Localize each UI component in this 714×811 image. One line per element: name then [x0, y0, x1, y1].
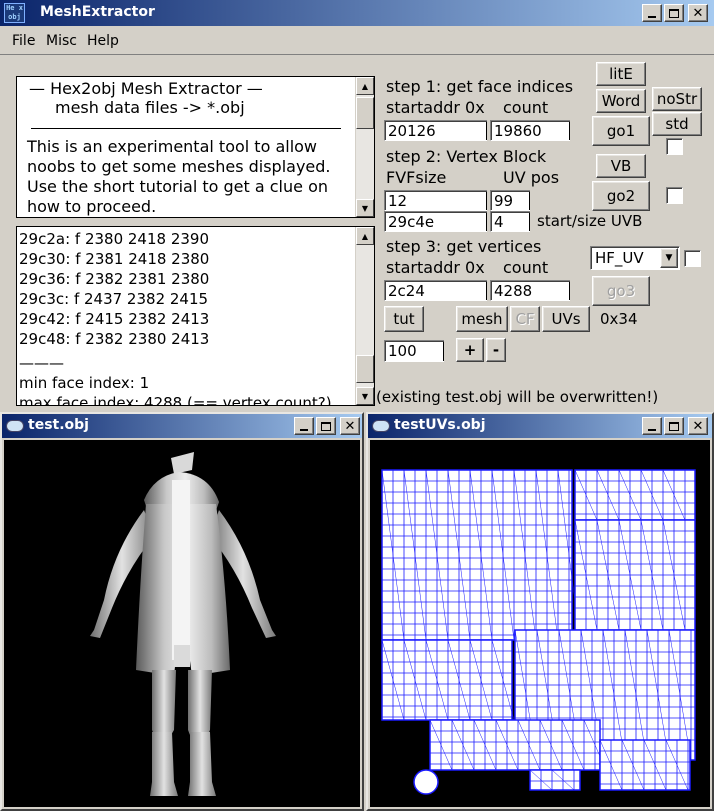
mesh-preview-title-bar[interactable]: test.obj ✕ [2, 414, 362, 438]
uvb-size-input[interactable]: 4 [490, 211, 530, 232]
app-icon: He x obj [4, 3, 25, 23]
step3-addr-input[interactable]: 2c24 [384, 280, 487, 301]
step1-addr-input[interactable]: 20126 [384, 120, 487, 141]
minus-button[interactable]: - [486, 338, 506, 362]
go3-button[interactable]: go3 [592, 276, 650, 306]
step2-fvf-label: FVFsize [386, 168, 447, 187]
minimize-button[interactable] [294, 417, 314, 435]
tut-button[interactable]: tut [384, 306, 424, 332]
menu-misc[interactable]: Misc [46, 33, 77, 49]
log-lines: 29c2a: f 2380 2418 2390 29c30: f 2381 24… [19, 229, 332, 406]
overwrite-warning: (existing test.obj will be overwritten!) [376, 388, 659, 406]
log-line: 29c42: f 2415 2382 2413 [19, 310, 210, 328]
window-icon [372, 420, 390, 432]
uv-preview-window[interactable]: testUVs.obj ✕ [366, 412, 714, 811]
step2-title: step 2: Vertex Block [386, 147, 547, 166]
step1-count-label: count [503, 98, 549, 117]
uv-preview-title-bar[interactable]: testUVs.obj ✕ [368, 414, 712, 438]
vb-button[interactable]: VB [596, 154, 646, 178]
std-button[interactable]: std [652, 112, 702, 136]
std-checkbox[interactable] [666, 138, 683, 155]
info-separator [31, 128, 341, 129]
mesh-button[interactable]: mesh [456, 306, 508, 332]
step1-title: step 1: get face indices [386, 77, 574, 96]
lite-button[interactable]: litE [596, 62, 646, 86]
uv-pos-input[interactable]: 99 [490, 190, 530, 211]
mesh-preview-window[interactable]: test.obj ✕ [0, 412, 364, 811]
uv-wireframe-render [381, 469, 696, 795]
scroll-thumb[interactable] [356, 355, 374, 383]
info-paragraph: This is an experimental tool to allow no… [27, 137, 331, 216]
word-button[interactable]: Word [596, 89, 646, 113]
scroll-down-icon[interactable]: ▼ [356, 199, 374, 217]
log-line: 29c3c: f 2437 2382 2415 [19, 290, 209, 308]
character-mesh-render [90, 452, 276, 796]
log-summary-min: min face index: 1 [19, 374, 150, 392]
menu-help[interactable]: Help [87, 33, 119, 49]
close-button[interactable]: ✕ [688, 4, 708, 22]
chevron-down-icon[interactable]: ▼ [660, 248, 678, 268]
close-button[interactable]: ✕ [688, 417, 708, 435]
info-scrollbar[interactable]: ▲ ▼ [355, 77, 374, 217]
uv-mode-select[interactable]: HF_UV ▼ [590, 246, 680, 270]
main-title-bar[interactable]: He x obj MeshExtractor ✕ [0, 0, 714, 26]
go2-checkbox[interactable] [666, 187, 683, 204]
cf-button[interactable]: CF [510, 306, 540, 332]
uvb-label: start/size UVB [537, 212, 643, 230]
nostr-button[interactable]: noStr [652, 87, 702, 111]
info-subtitle: mesh data files -> *.obj [55, 98, 245, 117]
log-line: 29c36: f 2382 2381 2380 [19, 270, 210, 288]
menu-bar: File Misc Help [0, 28, 714, 52]
minimize-button[interactable] [642, 417, 662, 435]
zoom-input[interactable]: 100 [384, 340, 444, 362]
log-pane[interactable]: 29c2a: f 2380 2418 2390 29c30: f 2381 24… [16, 226, 375, 406]
log-line: 29c2a: f 2380 2418 2390 [19, 230, 209, 248]
fvf-size-input[interactable]: 12 [384, 190, 487, 211]
step1-addr-label: startaddr 0x [386, 98, 485, 117]
log-summary-max: max face index: 4288 (== vertex count?) [19, 394, 332, 406]
uvb-start-input[interactable]: 29c4e [384, 211, 487, 232]
step3-count-label: count [503, 258, 549, 277]
maximize-button[interactable] [316, 417, 336, 435]
step3-title: step 3: get vertices [386, 237, 542, 256]
log-line: 29c48: f 2382 2380 2413 [19, 330, 210, 348]
scroll-down-icon[interactable]: ▼ [356, 387, 374, 405]
window-title: MeshExtractor [40, 4, 155, 20]
uvs-button[interactable]: UVs [542, 306, 590, 332]
mesh-preview-title: test.obj [28, 417, 89, 433]
combo-checkbox[interactable] [684, 250, 701, 267]
log-scrollbar[interactable]: ▲ ▼ [355, 227, 374, 405]
plus-button[interactable]: + [456, 338, 484, 362]
scroll-up-icon[interactable]: ▲ [356, 77, 374, 95]
go1-button[interactable]: go1 [592, 116, 650, 146]
minimize-button[interactable] [642, 4, 662, 22]
uv-viewport[interactable] [370, 440, 710, 807]
maximize-button[interactable] [664, 417, 684, 435]
go2-button[interactable]: go2 [592, 181, 650, 211]
scroll-up-icon[interactable]: ▲ [356, 227, 374, 245]
hex-readout: 0x34 [600, 310, 638, 328]
log-separator: ——— [19, 354, 64, 372]
step3-count-input[interactable]: 4288 [490, 280, 570, 301]
step3-addr-label: startaddr 0x [386, 258, 485, 277]
maximize-button[interactable] [664, 4, 684, 22]
window-icon [6, 420, 24, 432]
mesh-viewport[interactable] [4, 440, 360, 807]
scroll-thumb[interactable] [356, 97, 374, 129]
step2-uv-label: UV pos [503, 168, 560, 187]
close-button[interactable]: ✕ [340, 417, 360, 435]
step1-count-input[interactable]: 19860 [490, 120, 570, 141]
info-title: — Hex2obj Mesh Extractor — [29, 79, 263, 98]
log-line: 29c30: f 2381 2418 2380 [19, 250, 210, 268]
uv-preview-title: testUVs.obj [394, 417, 486, 433]
info-text-pane[interactable]: — Hex2obj Mesh Extractor — mesh data fil… [16, 76, 375, 218]
menu-file[interactable]: File [12, 33, 35, 49]
